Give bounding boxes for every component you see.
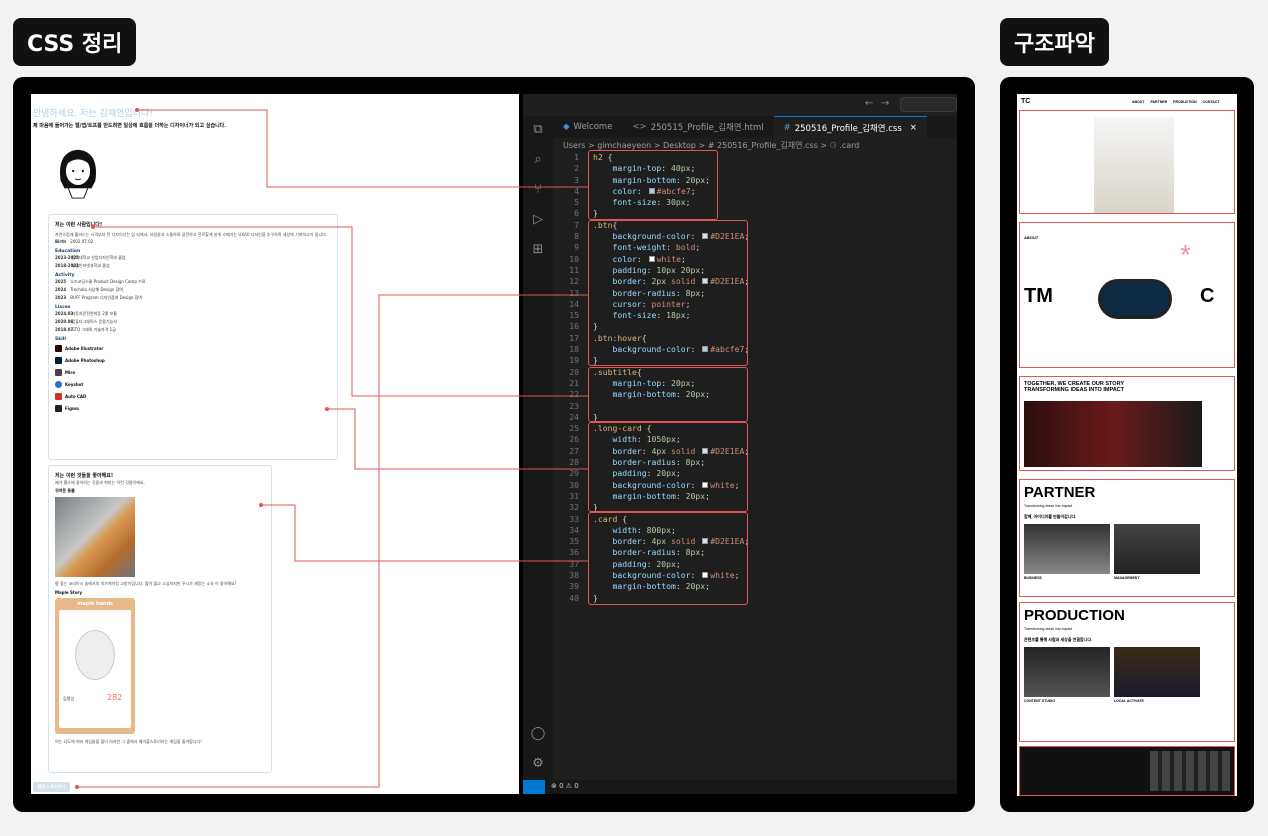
birth-label: Birth <box>55 239 67 244</box>
likes-card-title: 저는 이런 것들을 좋아해요! <box>55 473 114 479</box>
keyshot-icon <box>55 380 62 388</box>
local-activate-image <box>1114 647 1200 697</box>
structure-panel: TC ABOUT PARTNER PRODUCTION CONTACT ABOU… <box>1000 77 1254 812</box>
search-icon[interactable]: ⌕ <box>530 152 546 168</box>
problems-status[interactable]: ⊗ 0 ⚠ 0 <box>551 782 579 790</box>
skill-item: Adobe Photoshop <box>55 354 331 366</box>
nav-item-production[interactable]: PRODUCTION <box>1173 100 1197 104</box>
nav-forward-icon[interactable]: → <box>881 98 889 109</box>
figma-icon <box>55 404 62 412</box>
nav-item-contact[interactable]: CONTACT <box>1203 100 1220 104</box>
vscode-icon: ◆ <box>563 122 570 132</box>
together-image <box>1024 401 1202 467</box>
remote-icon[interactable] <box>523 780 545 794</box>
intro-text: 제 마음에 들어가는 웹/앱/트프를 만드려면 일상에 흐름을 더하는 디자이너… <box>33 123 227 129</box>
asterisk-icon: * <box>1180 239 1191 270</box>
list-item: 2018-2021 부경인터넷과학교 졸업 <box>55 263 110 268</box>
game-character <box>75 630 115 680</box>
hero-block <box>1019 110 1235 214</box>
list-item: 2018.07 GTQ 그래픽 기술자격 1급 <box>55 327 116 332</box>
skill-item: Figma <box>55 402 331 414</box>
likes-card: 저는 이런 것들을 좋아해요! 제가 평소에 좋아하는 것들과 취미는 이런 것… <box>48 465 272 773</box>
skill-item: Adobe Illustrator <box>55 342 331 354</box>
site-nav: ABOUT PARTNER PRODUCTION CONTACT <box>1132 100 1220 104</box>
list-item: 2024.03 자동차운전면허증 2종 보통 <box>55 311 118 316</box>
hero-photo <box>1094 117 1174 213</box>
skill-item: Auto CAD <box>55 390 331 402</box>
cat-label: 귀여운 동물 <box>55 488 75 493</box>
account-icon[interactable]: ◯ <box>530 726 546 742</box>
likes-card-desc: 제가 평소에 좋아하는 것들과 취미는 이런 것들이에요. <box>55 480 145 485</box>
list-item: 2023 BUFF Program 디자인참여 Design 참여 <box>55 295 143 300</box>
list-item: 2025 오즈코딩스쿨 Product Design Camp 수료 <box>55 279 146 284</box>
list-item: 2023-2025 동의대학교 산업디자인학과 졸업 <box>55 255 126 260</box>
about-card: 저는 이런 사람입니다! 자연스럽게 흘러드는 사격부터 된 디자이너는 입 되… <box>48 214 338 460</box>
profile-preview: 안녕하세요. 저는 김채연입니다! 제 마음에 들어가는 웹/앱/트프를 만드려… <box>31 94 519 794</box>
css-summary-label: CSS 정리 <box>13 18 137 66</box>
page-title: 안녕하세요. 저는 김채연입니다! <box>33 109 153 119</box>
autocad-icon <box>55 392 62 400</box>
list-item: 2024 Trechola 서남해 Design 참여 <box>55 287 123 292</box>
about-block: ABOUT TM C * <box>1019 222 1235 368</box>
nav-item-about[interactable]: ABOUT <box>1132 100 1144 104</box>
cat-desc: 평 좋는 코리아시 숨에서의 치즈케이킹 고양이입니다. 많이 많고 소심하지만… <box>55 581 237 586</box>
run-debug-icon[interactable]: ▷ <box>530 212 546 228</box>
css-file-icon: # <box>783 122 791 133</box>
structure-label: 구조파악 <box>1000 18 1109 66</box>
list-item: 2020.06 컴퓨터그래픽스 운용기능사 <box>55 319 117 324</box>
about-card-desc: 자연스럽게 흘러드는 사격부터 된 디자이너는 입 되에서, 사람들과 소통하며… <box>55 232 328 237</box>
cat-photo <box>55 497 135 577</box>
game-label: Maple Story <box>55 590 83 595</box>
tab-css[interactable]: #250516_Profile_김채연.css × <box>773 116 927 138</box>
together-block: TOGETHER, WE CREATE OUR STORY TRANSFORMI… <box>1019 376 1235 471</box>
activity-bar: ⧉ ⌕ ⑂ ▷ ⊞ ◯ ⚙ <box>523 116 553 794</box>
close-icon[interactable]: × <box>910 123 917 133</box>
source-control-icon[interactable]: ⑂ <box>530 182 546 198</box>
settings-gear-icon[interactable]: ⚙ <box>530 756 546 772</box>
skill-item: Keyshot <box>55 378 331 390</box>
search-input[interactable] <box>900 97 957 112</box>
btn-rule-box <box>588 220 748 366</box>
nav-back-icon[interactable]: ← <box>865 98 873 109</box>
tab-welcome[interactable]: ◆ Welcome <box>553 116 622 138</box>
illustrator-icon <box>55 344 62 352</box>
birth-value: 2002.07.02 <box>70 239 94 244</box>
nav-item-partner[interactable]: PARTNER <box>1150 100 1167 104</box>
site-logo[interactable]: TC <box>1021 98 1030 105</box>
h2-rule-box <box>588 150 718 220</box>
css-panel: 안녕하세요. 저는 김채연입니다! 제 마음에 들어가는 웹/앱/트프를 만드려… <box>13 77 975 812</box>
content-studio-image <box>1024 647 1110 697</box>
site-structure: TC ABOUT PARTNER PRODUCTION CONTACT ABOU… <box>1017 94 1237 796</box>
footer-logo <box>1150 751 1230 791</box>
title-bar: ← → <box>523 94 957 116</box>
long-card-rule-box <box>588 422 748 512</box>
avatar-illustration <box>60 149 96 199</box>
extensions-icon[interactable]: ⊞ <box>530 242 546 258</box>
tab-html[interactable]: <> 250515_Profile_김채연.html <box>622 116 773 138</box>
miro-icon <box>55 368 62 376</box>
production-block: PRODUCTION Transforming Ideas into Impac… <box>1019 602 1235 742</box>
card-rule-box <box>588 512 748 605</box>
blog-button[interactable]: 블로그 확인하기 <box>33 782 71 792</box>
about-video <box>1098 279 1172 319</box>
editor-tabs: ◆ Welcome <> 250515_Profile_김채연.html #2505… <box>553 116 957 138</box>
explorer-icon[interactable]: ⧉ <box>530 122 546 138</box>
status-bar: ⊗ 0 ⚠ 0 <box>523 780 957 794</box>
about-card-title: 저는 이런 사람입니다! <box>55 222 103 228</box>
subtitle-rule-box <box>588 367 748 422</box>
management-image <box>1114 524 1200 574</box>
game-desc: 어는 너도에 여러 게임들을 많이 하지만 그 중에서 메이플스토리라는 게임을… <box>55 739 202 744</box>
business-image <box>1024 524 1110 574</box>
footer-block <box>1019 746 1235 796</box>
skill-item: Miro <box>55 366 331 378</box>
photoshop-icon <box>55 356 62 364</box>
game-card: maple hands 김쟁잉 282 <box>55 598 135 734</box>
partner-block: PARTNER Transforming Ideas into Impact 함… <box>1019 479 1235 597</box>
html-file-icon: <> <box>632 122 647 132</box>
